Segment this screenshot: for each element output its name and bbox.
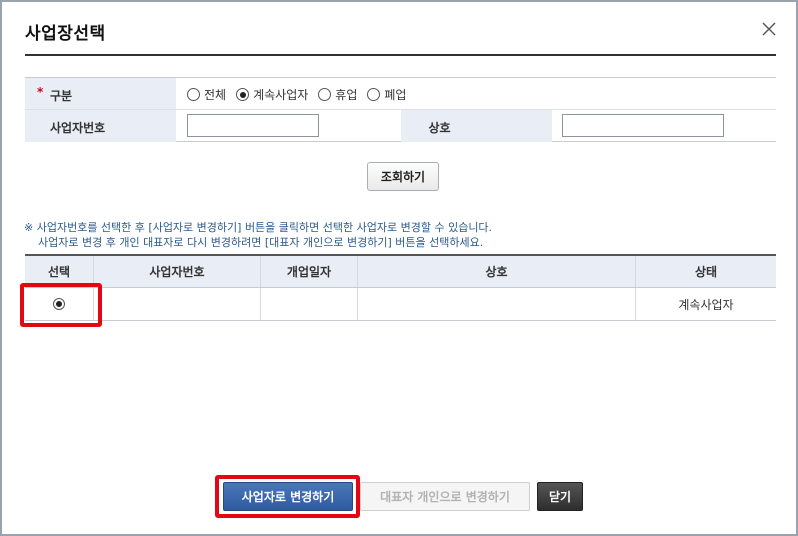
radio-closed[interactable]: 폐업 <box>367 86 406 103</box>
title-divider <box>25 54 776 56</box>
radio-suspended[interactable]: 휴업 <box>318 86 357 103</box>
type-label-cell: * 구분 <box>25 78 176 109</box>
radio-closed-circle[interactable] <box>367 88 381 101</box>
notice-line-2: 사업자로 변경 후 개인 대표자로 다시 변경하려면 [대표자 개인으로 변경하… <box>38 236 484 249</box>
bizno-label-cell: 사업자번호 <box>25 110 176 142</box>
radio-all-label: 전체 <box>204 88 227 102</box>
name-label-cell: 상호 <box>401 110 552 142</box>
row-select-cell <box>25 288 94 320</box>
bizno-input[interactable] <box>187 114 319 137</box>
header-status: 상태 <box>694 265 718 279</box>
notice-text: ※ 사업자번호를 선택한 후 [사업자로 변경하기] 버튼을 클릭하면 선택한 … <box>24 220 492 250</box>
bizno-label: 사업자번호 <box>50 121 106 135</box>
row-status: 계속사업자 <box>678 297 734 312</box>
required-mark: * <box>37 85 44 99</box>
notice-line-1: ※ 사업자번호를 선택한 후 [사업자로 변경하기] 버튼을 클릭하면 선택한 … <box>24 221 493 234</box>
radio-continuing[interactable]: 계속사업자 <box>236 86 308 103</box>
table-header: 선택 사업자번호 개업일자 상호 상태 <box>25 256 776 288</box>
close-button[interactable]: 닫기 <box>537 482 583 511</box>
radio-continuing-circle[interactable] <box>236 88 250 101</box>
header-select: 선택 <box>25 256 94 287</box>
name-input[interactable] <box>562 114 724 137</box>
table-row[interactable]: 계속사업자 <box>25 288 776 321</box>
row-bizno <box>94 288 261 320</box>
search-button[interactable]: 조회하기 <box>367 162 439 191</box>
radio-all[interactable]: 전체 <box>187 86 226 103</box>
row-select-radio[interactable] <box>53 298 65 310</box>
header-name: 상호 <box>358 256 636 287</box>
change-to-business-button[interactable]: 사업자로 변경하기 <box>223 482 353 511</box>
radio-all-circle[interactable] <box>187 88 200 101</box>
business-select-dialog: 사업장선택 * 구분 전체 계속사업자 휴업 폐업 사업자번호 상호 조회하기 … <box>0 0 798 536</box>
type-label: 구분 <box>50 89 73 103</box>
close-icon[interactable] <box>761 21 777 37</box>
type-radio-group: 전체 계속사업자 휴업 폐업 <box>187 86 416 103</box>
header-open-date: 개업일자 <box>261 256 358 287</box>
dialog-title: 사업장선택 <box>25 24 106 44</box>
radio-closed-label: 폐업 <box>384 88 407 102</box>
row-name <box>358 288 636 320</box>
radio-suspended-circle[interactable] <box>318 88 332 101</box>
result-table: 선택 사업자번호 개업일자 상호 상태 계속사업자 <box>25 254 776 321</box>
radio-suspended-label: 휴업 <box>335 88 358 102</box>
row-open-date <box>261 288 358 320</box>
header-bizno: 사업자번호 <box>94 256 261 287</box>
radio-continuing-label: 계속사업자 <box>253 88 309 102</box>
name-label: 상호 <box>428 121 451 135</box>
change-to-representative-button[interactable]: 대표자 개인으로 변경하기 <box>360 482 530 511</box>
search-form: * 구분 전체 계속사업자 휴업 폐업 사업자번호 상호 <box>25 77 776 142</box>
